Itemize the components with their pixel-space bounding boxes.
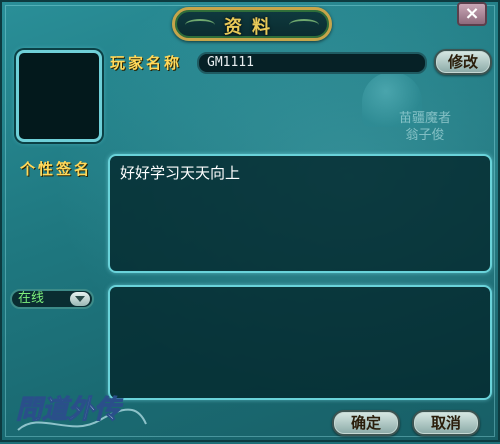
signature-text: 好好学习天天向上 [120,164,241,182]
background-npc-label: 苗疆魔者 翁子俊 [380,110,470,144]
dialog-title-plate: 资料 [172,7,332,41]
dialog-title: 资料 [224,17,280,38]
cancel-button[interactable]: 取消 [412,410,480,436]
logo-graphic: 問道外传 [16,395,147,431]
close-button[interactable]: × [457,2,487,26]
player-name-field[interactable]: GM1111 [197,52,427,74]
signature-textarea[interactable]: 好好学习天天向上 [108,154,492,273]
npc-title: 苗疆魔者 [398,111,451,126]
chevron-down-icon[interactable] [70,292,90,306]
edit-name-button[interactable]: 修改 [434,49,492,75]
game-logo: 問道外传 [10,380,150,440]
message-area[interactable] [108,285,492,400]
profile-dialog: 苗疆魔者 翁子俊 资料 × 玩家名称 GM1111 修改 个性签名 好好学习天天… [0,0,500,442]
player-name-label: 玩家名称 [110,54,183,72]
signature-label: 个性签名 [20,160,93,178]
status-selected: 在线 [18,291,45,306]
avatar[interactable] [16,50,102,142]
logo-text: 問道外传 [16,395,123,425]
status-dropdown[interactable]: 在线 [10,289,94,309]
confirm-button[interactable]: 确定 [332,410,400,436]
npc-name: 翁子俊 [405,128,445,143]
close-icon: × [464,3,480,24]
